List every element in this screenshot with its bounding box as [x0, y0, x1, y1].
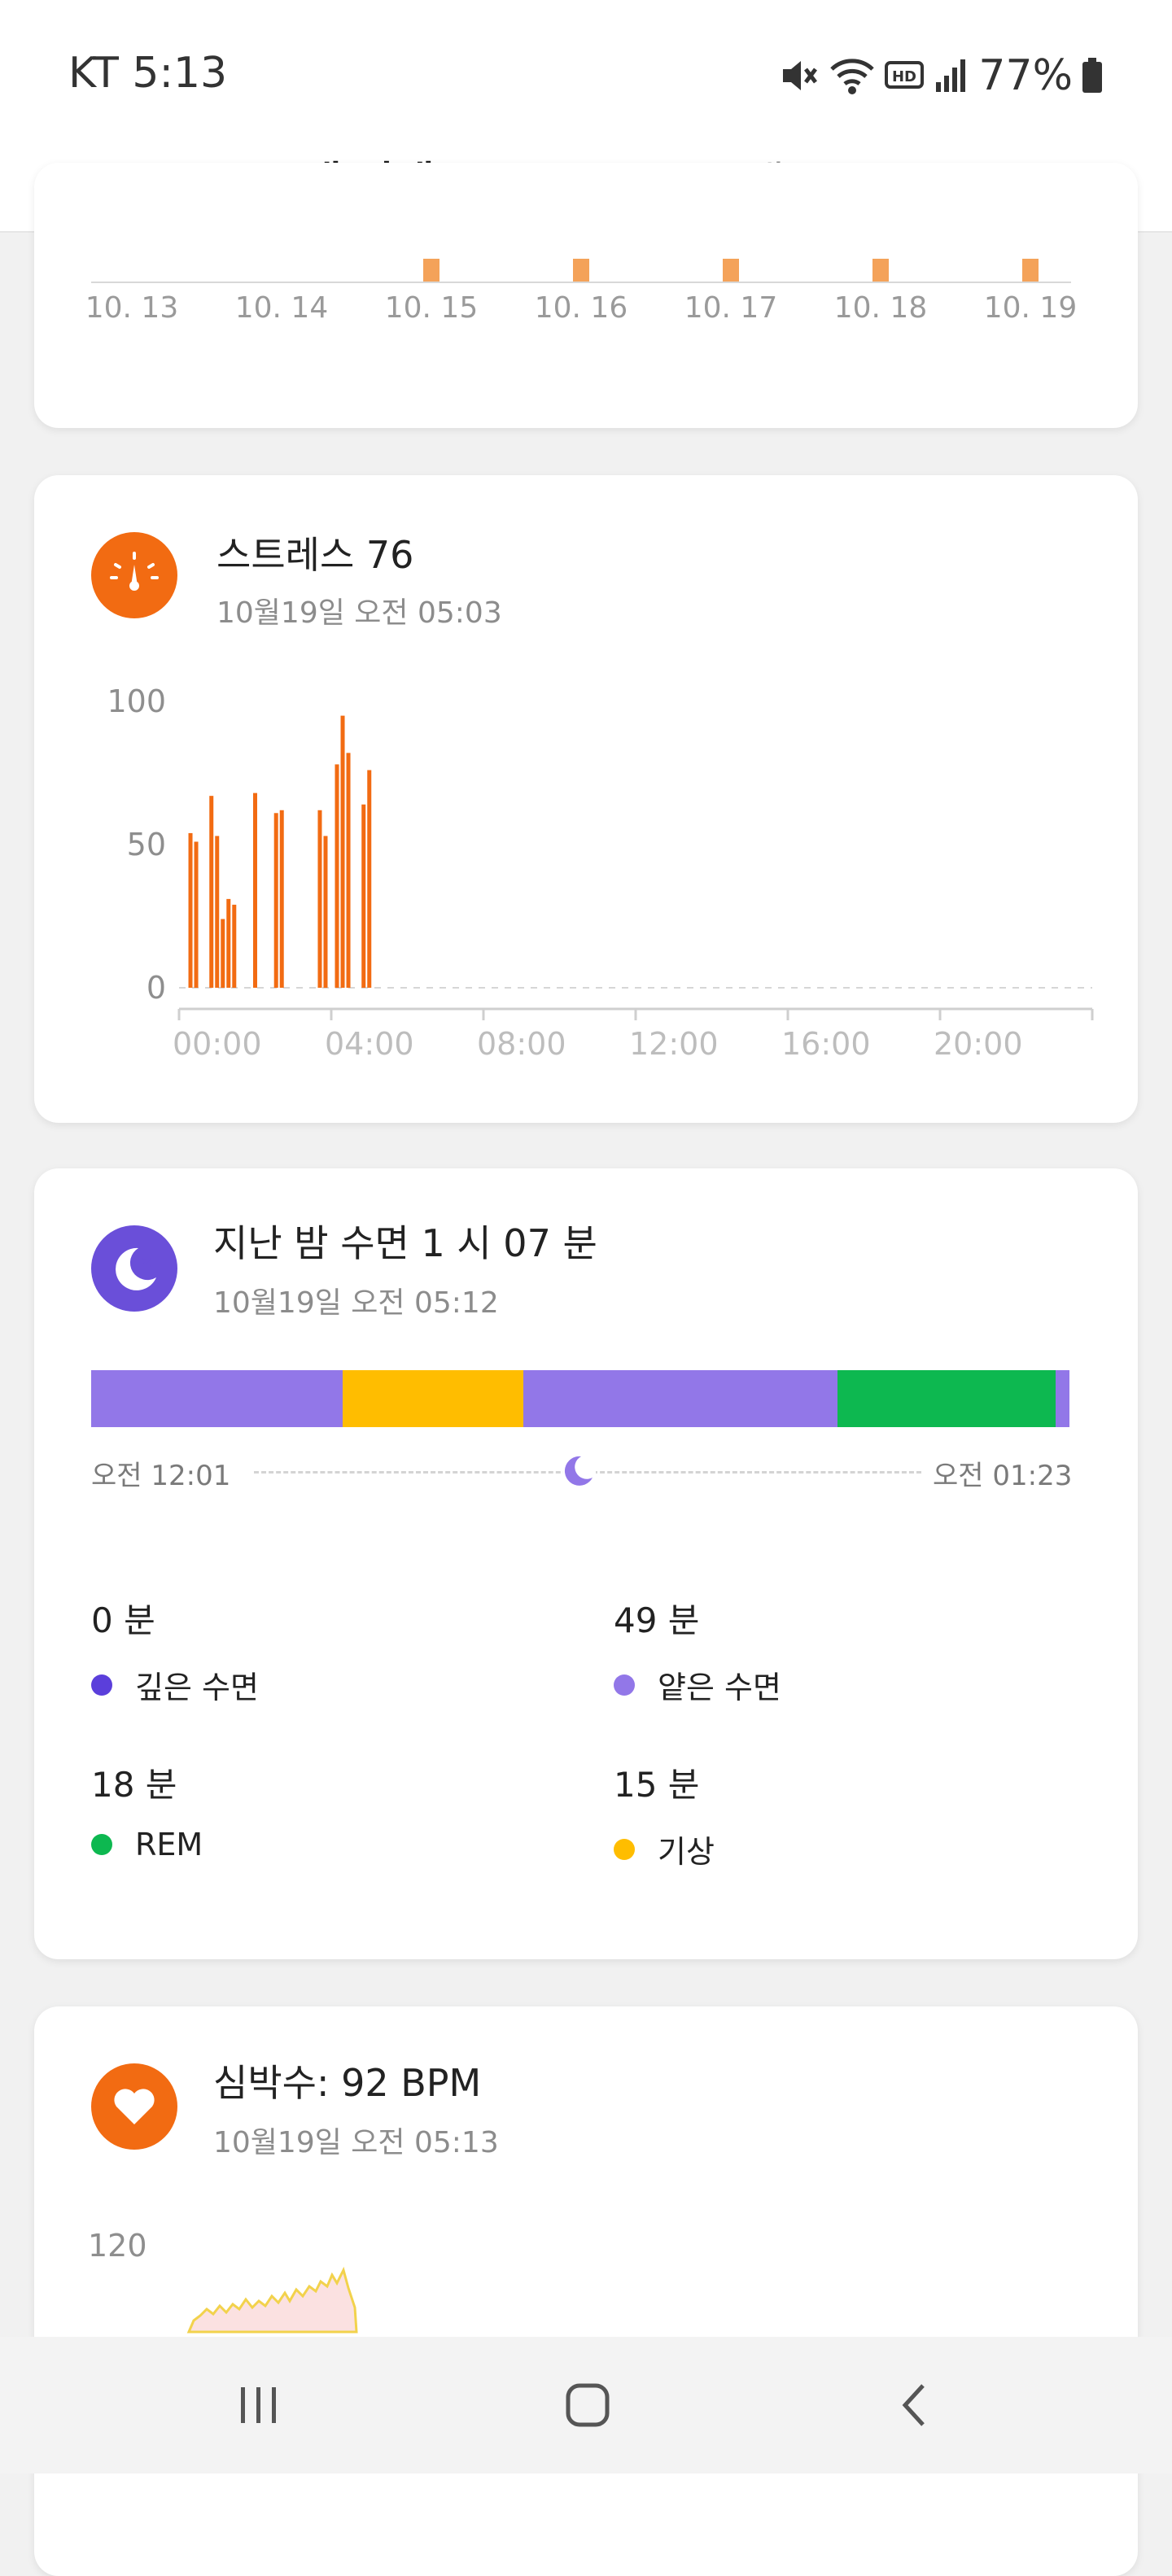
system-back-button[interactable] — [890, 2379, 942, 2431]
stress-bar — [188, 832, 193, 988]
home-icon — [566, 2383, 610, 2427]
stat-legend: 깊은 수면 — [91, 1662, 259, 1707]
legend-dot — [91, 1834, 112, 1855]
weekly-bar — [573, 259, 589, 282]
y-tick-label: 100 — [107, 683, 166, 719]
stress-bar — [232, 904, 237, 988]
stress-bar — [323, 836, 328, 988]
stress-bar — [253, 792, 257, 988]
svg-text:z: z — [142, 1251, 151, 1271]
weekly-date-label: 10. 14 — [235, 291, 329, 325]
sleep-timestamp: 10월19일 오전 05:12 — [213, 1286, 499, 1320]
stat-label: REM — [135, 1827, 203, 1862]
sleep-card[interactable]: z 지난 밤 수면 1 시 07 분 10월19일 오전 05:12 오전 12… — [34, 1168, 1138, 1959]
stress-bar — [194, 841, 199, 988]
mute-vibrate-icon — [783, 61, 818, 90]
stat-value: 49 분 — [614, 1600, 700, 1640]
x-tick-label: 04:00 — [325, 1026, 414, 1062]
stat-value: 0 분 — [91, 1600, 155, 1640]
sleep-start-time: 오전 12:01 — [91, 1460, 231, 1492]
stat-rem: 18 분 REM — [91, 1757, 203, 1862]
sleep-segment-light — [1056, 1370, 1069, 1427]
stat-legend: REM — [91, 1827, 203, 1862]
stat-awake: 15 분 기상 — [614, 1757, 715, 1871]
weekly-chart: 10. 13 10. 14 10. 15 10. 16 10. 17 10. 18 10. … — [85, 259, 1078, 325]
stat-label: 기상 — [658, 1834, 715, 1870]
stress-bar — [279, 810, 284, 988]
moon-marker — [563, 1453, 596, 1489]
weekly-date-label: 10. 18 — [834, 291, 928, 325]
x-tick-label: 00:00 — [173, 1026, 262, 1062]
sleep-timeline[interactable] — [91, 1370, 1069, 1427]
stat-legend: 기상 — [614, 1827, 715, 1871]
stress-bar — [335, 764, 339, 988]
sleep-title: 지난 밤 수면 1 시 07 분 — [213, 1221, 597, 1265]
carrier-time: KT 5:13 — [68, 49, 228, 98]
stress-bar — [226, 898, 231, 988]
stress-card[interactable]: 스트레스 76 10월19일 오전 05:03 100 50 0 00:00 04:00… — [34, 475, 1138, 1123]
weekly-bar — [723, 259, 739, 282]
x-tick-label: 20:00 — [934, 1026, 1023, 1062]
stat-label: 깊은 수면 — [135, 1670, 259, 1705]
signal-icon — [936, 59, 966, 92]
stress-chart: 100 50 000:00 04:00 08:00 12:00 16:00 20:00 — [107, 683, 1094, 1062]
stat-light-sleep: 49 분 얕은 수면 — [614, 1593, 781, 1707]
weekly-bar — [872, 259, 889, 282]
heart-rate-area — [186, 2266, 358, 2334]
stat-label: 얕은 수면 — [658, 1670, 781, 1705]
y-tick-label: 0 — [146, 970, 166, 1006]
recent-apps-button[interactable] — [233, 2379, 285, 2431]
stat-value: 18 분 — [91, 1765, 177, 1805]
x-tick-label: 12:00 — [629, 1026, 719, 1062]
x-tick-label: 08:00 — [477, 1026, 566, 1062]
weekly-date-label: 10. 15 — [385, 291, 479, 325]
weekly-date-label: 10. 17 — [684, 291, 778, 325]
battery-percent: 77% — [978, 51, 1073, 100]
sleep-segment-awake — [342, 1370, 524, 1427]
sleep-segment-light — [523, 1370, 838, 1427]
heart-rate-card[interactable]: 심박수: 92 BPM 10월19일 오전 05:13 120 — [34, 2006, 1138, 2576]
recent-apps-icon — [241, 2387, 276, 2423]
sleep-end-time: 오전 01:23 — [933, 1460, 1073, 1492]
status-bar: KT 5:13 HD 77% — [0, 0, 1172, 146]
stress-bar — [361, 804, 366, 988]
stress-bar — [273, 813, 278, 988]
stress-bar — [221, 919, 225, 988]
stat-legend: 얕은 수면 — [614, 1662, 781, 1707]
weekly-bar — [423, 259, 440, 282]
svg-text:HD: HD — [892, 68, 916, 85]
sleep-segment-light — [91, 1370, 343, 1427]
stress-bar — [317, 810, 322, 988]
wifi-icon — [830, 59, 875, 94]
crescent-moon-icon — [564, 1456, 593, 1486]
moon-zz-icon: z — [116, 1247, 156, 1290]
legend-dot — [91, 1674, 112, 1696]
home-button[interactable] — [562, 2379, 614, 2431]
sleep-badge: z — [91, 1225, 177, 1312]
stress-bar — [367, 770, 372, 988]
legend-dot — [614, 1838, 635, 1860]
stress-bar — [340, 715, 345, 988]
battery-icon — [1082, 58, 1102, 93]
x-tick-label: 16:00 — [781, 1026, 871, 1062]
stress-bar — [209, 796, 214, 988]
hd-voice-icon: HD — [885, 61, 925, 89]
back-arrow-icon — [902, 2384, 925, 2426]
y-tick-label: 50 — [127, 827, 166, 862]
weekly-date-label: 10. 13 — [85, 291, 179, 325]
weekly-date-label: 10. 19 — [984, 291, 1078, 325]
legend-dot — [614, 1674, 635, 1696]
stat-value: 15 분 — [614, 1765, 700, 1805]
status-indicators: HD 77% — [778, 47, 1104, 104]
heart-rate-chart — [186, 2266, 358, 2334]
weekly-chart-card[interactable]: 10. 13 10. 14 10. 15 10. 16 10. 17 10. 18 10. … — [34, 163, 1138, 428]
navigation-bar — [0, 2337, 1172, 2473]
stress-bar — [215, 836, 220, 988]
stress-bar — [346, 753, 351, 988]
stat-deep-sleep: 0 분 깊은 수면 — [91, 1593, 259, 1707]
weekly-bar — [1022, 259, 1039, 282]
weekly-date-label: 10. 16 — [535, 291, 628, 325]
sleep-segment-rem — [837, 1370, 1056, 1427]
